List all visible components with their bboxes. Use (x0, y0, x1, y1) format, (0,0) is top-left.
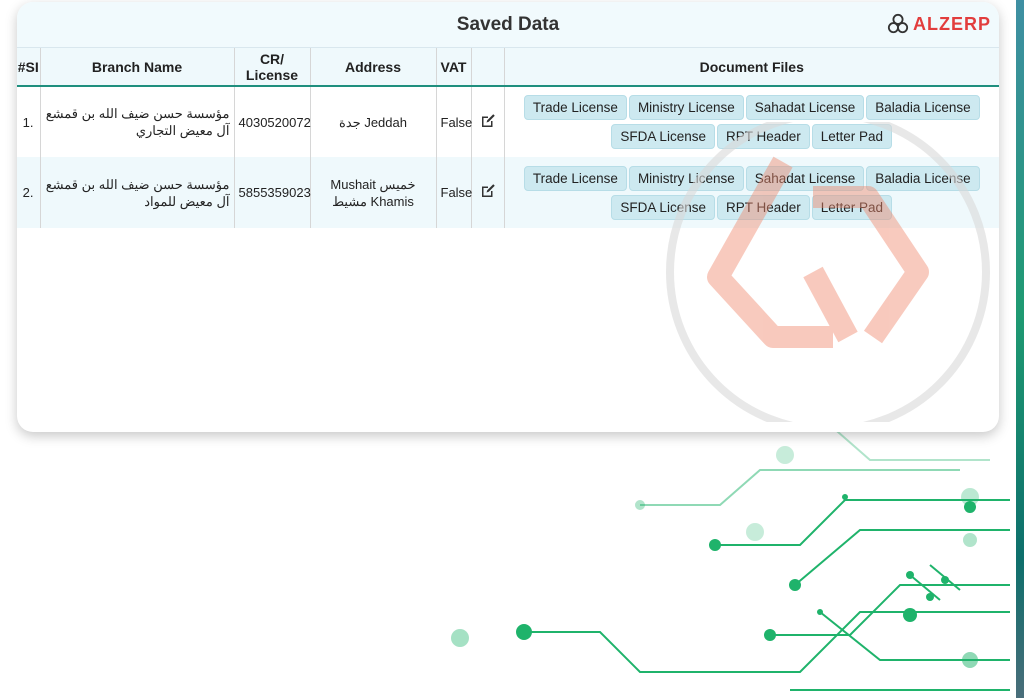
alzerp-logo-icon (887, 13, 909, 34)
letter-pad-button[interactable]: Letter Pad (811, 124, 893, 149)
col-header-edit (471, 48, 505, 86)
col-header-branch: Branch Name (40, 48, 235, 86)
cr-license: 5855359023 (234, 157, 311, 228)
ministry-license-button[interactable]: Ministry License (628, 95, 744, 120)
ministry-license-button[interactable]: Ministry License (628, 165, 744, 191)
letter-pad-button[interactable]: Letter Pad (811, 194, 893, 220)
brand-text: ALZERP (913, 13, 991, 34)
edit-icon[interactable] (479, 182, 497, 200)
edit-cell (471, 157, 505, 228)
panel-header: Saved Data ALZERP (17, 2, 999, 48)
rpt-header-button[interactable]: RPT Header (716, 194, 810, 220)
baladia-license-button[interactable]: Baladia License (866, 165, 980, 191)
row-number: 2. (17, 157, 41, 228)
edit-cell (471, 86, 505, 157)
sfda-license-button[interactable]: SFDA License (611, 194, 715, 220)
sfda-license-button[interactable]: SFDA License (611, 124, 715, 149)
vat-value: False (436, 157, 472, 228)
baladia-license-button[interactable]: Baladia License (866, 95, 980, 120)
col-header-docs: Document Files (699, 58, 804, 75)
address: جدة Jeddah (310, 86, 437, 157)
document-files-cell: Trade License Ministry License Sahadat Lic… (504, 86, 999, 157)
sahadat-license-button[interactable]: Sahadat License (745, 165, 865, 191)
brand-logo: ALZERP (887, 13, 991, 35)
branch-name: مؤسسة حسن ضيف الله بن قمشع آل معيض للموا… (40, 157, 235, 228)
col-header-address: Address (310, 48, 437, 86)
sahadat-license-button[interactable]: Sahadat License (745, 95, 865, 120)
address: Mushait خميس مشيط Khamis (310, 157, 437, 228)
edit-icon[interactable] (479, 112, 497, 130)
cr-license: 4030520072 (234, 86, 311, 157)
col-header-vat: VAT (436, 48, 472, 86)
col-header-cr: CR/ License (234, 48, 311, 86)
row-number: 1. (17, 86, 41, 157)
vat-value: False (436, 86, 472, 157)
rpt-header-button[interactable]: RPT Header (716, 124, 810, 149)
document-files-cell: Trade License Ministry License Sahadat Lic… (504, 157, 999, 228)
saved-data-table: #SI Branch Name CR/ License Address VAT … (17, 48, 999, 228)
trade-license-button[interactable]: Trade License (523, 95, 627, 120)
table-row: 1. مؤسسة حسن ضيف الله بن قمشع آل معيض ال… (17, 86, 999, 157)
col-header-si: #SI (17, 48, 41, 86)
table-header-row: #SI Branch Name CR/ License Address VAT … (17, 48, 999, 86)
table-row: 2. مؤسسة حسن ضيف الله بن قمشع آل معيض لل… (17, 157, 999, 228)
panel-title: Saved Data (456, 13, 560, 35)
saved-data-panel: Saved Data ALZERP #SI Branch Name CR/ Li… (17, 2, 999, 432)
trade-license-button[interactable]: Trade License (523, 165, 627, 191)
branch-name: مؤسسة حسن ضيف الله بن قمشع آل معيض التجا… (40, 86, 235, 157)
